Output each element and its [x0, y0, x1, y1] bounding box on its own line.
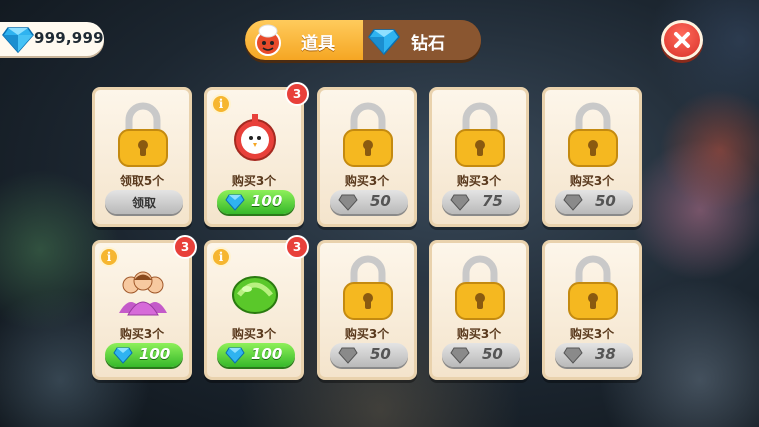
padlock-icon [568, 102, 618, 167]
diamond-icon [450, 194, 470, 211]
shop-tabs: 道具 钻石 [245, 20, 481, 60]
shop-card[interactable]: i 3 购买3个 100 [204, 235, 309, 380]
diamond-icon [563, 347, 583, 364]
shop-card[interactable]: 购买3个 50 [317, 240, 417, 380]
claim-button[interactable]: 领取 [105, 190, 183, 214]
tab-items-label: 道具 [301, 34, 335, 54]
card-label: 购买3个 [456, 174, 502, 188]
shop-card[interactable]: i 3 购买3个 100 [204, 82, 309, 227]
price: 50 [370, 345, 391, 363]
claim-button-label: 领取 [131, 196, 156, 210]
padlock-icon [343, 255, 393, 320]
shop-card[interactable]: 购买3个 50 [542, 87, 642, 227]
buy-button[interactable]: 100 [217, 343, 295, 367]
close-icon [674, 32, 690, 48]
diamond-icon [338, 347, 358, 364]
buy-button[interactable]: 50 [330, 343, 408, 367]
diamond-icon [368, 29, 400, 56]
chef-tomato-icon [255, 24, 281, 56]
padlock-icon [343, 102, 393, 167]
card-label: 购买3个 [344, 174, 390, 188]
buy-button[interactable]: 50 [442, 343, 520, 367]
green-candy-icon [232, 276, 278, 314]
card-label: 领取5个 [119, 174, 165, 188]
chicken-timer-icon [234, 114, 276, 161]
diamond-icon [563, 194, 583, 211]
price: 100 [139, 345, 171, 363]
diamond-icon [225, 194, 245, 211]
tab-items[interactable]: 道具 [245, 20, 363, 60]
diamond-icon [113, 347, 133, 364]
diamond-icon [2, 27, 34, 54]
card-label: 购买3个 [569, 327, 615, 341]
buy-button[interactable]: 38 [555, 343, 633, 367]
price: 100 [251, 192, 283, 210]
buy-button[interactable]: 100 [217, 190, 295, 214]
padlock-icon [455, 102, 505, 167]
padlock-icon [455, 255, 505, 320]
close-button[interactable] [661, 20, 703, 60]
shop-card[interactable]: 购买3个 38 [542, 240, 642, 380]
card-label: 购买3个 [231, 174, 277, 188]
buy-button[interactable]: 50 [555, 190, 633, 214]
padlock-icon [118, 102, 168, 167]
quantity-badge: 3 [285, 82, 309, 106]
quantity-badge: 3 [285, 235, 309, 259]
diamond-icon [338, 194, 358, 211]
shop-card[interactable]: 购买3个 50 [317, 87, 417, 227]
shop-card[interactable]: 购买3个 50 [429, 240, 529, 380]
shop-card[interactable]: i 3 购买3个 100 [92, 235, 197, 380]
card-label: 购买3个 [569, 174, 615, 188]
price: 50 [370, 192, 391, 210]
price: 75 [482, 192, 503, 210]
price: 50 [482, 345, 503, 363]
tab-diamonds-label: 钻石 [411, 34, 445, 54]
buy-button[interactable]: 100 [105, 343, 183, 367]
card-label: 购买3个 [231, 327, 277, 341]
diamond-icon [450, 347, 470, 364]
price: 50 [595, 192, 616, 210]
diamond-icon [225, 347, 245, 364]
diamond-balance: 999,999 [0, 22, 104, 56]
card-label: 购买3个 [456, 327, 502, 341]
card-label: 购买3个 [344, 327, 390, 341]
price: 38 [595, 345, 616, 363]
tab-diamonds[interactable]: 钻石 [363, 20, 481, 60]
diamond-count: 999,999 [34, 29, 104, 47]
customers-group-icon [119, 271, 167, 316]
price: 100 [251, 345, 283, 363]
shop-card[interactable]: 购买3个 75 [429, 87, 529, 227]
card-label: 购买3个 [119, 327, 165, 341]
buy-button[interactable]: 50 [330, 190, 408, 214]
quantity-badge: 3 [173, 235, 197, 259]
padlock-icon [568, 255, 618, 320]
shop-card[interactable]: 领取5个 领取 [92, 87, 192, 227]
buy-button[interactable]: 75 [442, 190, 520, 214]
